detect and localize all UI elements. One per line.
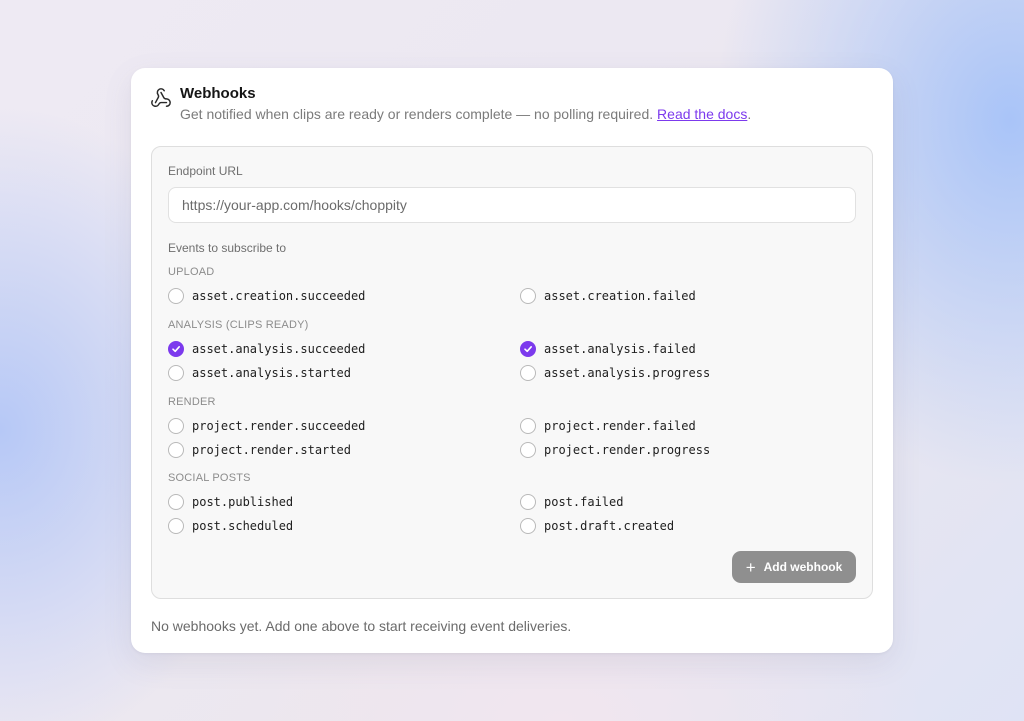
group-label-render: RENDER — [168, 396, 216, 408]
event-post-published[interactable]: post.published — [168, 494, 293, 510]
event-name: project.render.started — [192, 443, 351, 457]
event-asset-analysis-started[interactable]: asset.analysis.started — [168, 365, 351, 381]
checkbox[interactable] — [520, 494, 536, 510]
checkbox[interactable] — [168, 518, 184, 534]
checkbox[interactable] — [520, 341, 536, 357]
read-docs-link[interactable]: Read the docs — [657, 106, 747, 122]
event-name: asset.analysis.progress — [544, 366, 711, 380]
checkbox[interactable] — [520, 518, 536, 534]
check-icon — [524, 346, 532, 353]
event-name: project.render.progress — [544, 443, 711, 457]
event-project-render-succeeded[interactable]: project.render.succeeded — [168, 418, 365, 434]
event-name: post.failed — [544, 495, 624, 509]
endpoint-url-label: Endpoint URL — [168, 164, 243, 178]
checkbox[interactable] — [168, 341, 184, 357]
event-name: asset.analysis.started — [192, 366, 351, 380]
event-asset-creation-succeeded[interactable]: asset.creation.succeeded — [168, 288, 365, 304]
event-post-scheduled[interactable]: post.scheduled — [168, 518, 293, 534]
add-webhook-button[interactable]: + Add webhook — [732, 551, 856, 583]
event-name: project.render.failed — [544, 419, 696, 433]
event-name: asset.analysis.failed — [544, 342, 696, 356]
subtitle-text: Get notified when clips are ready or ren… — [180, 106, 654, 122]
group-label-social-posts: SOCIAL POSTS — [168, 472, 251, 484]
checkbox[interactable] — [168, 442, 184, 458]
page-title: Webhooks — [180, 85, 256, 102]
page-subtitle: Get notified when clips are ready or ren… — [180, 105, 751, 123]
event-project-render-started[interactable]: project.render.started — [168, 442, 351, 458]
checkbox[interactable] — [168, 288, 184, 304]
checkbox[interactable] — [520, 418, 536, 434]
subtitle-period: . — [747, 106, 752, 122]
event-asset-creation-failed[interactable]: asset.creation.failed — [520, 288, 696, 304]
checkbox[interactable] — [520, 288, 536, 304]
event-project-render-progress[interactable]: project.render.progress — [520, 442, 710, 458]
group-label-analysis: ANALYSIS (CLIPS READY) — [168, 319, 309, 331]
event-post-failed[interactable]: post.failed — [520, 494, 623, 510]
card-header: Webhooks Get notified when clips are rea… — [150, 85, 751, 123]
event-asset-analysis-progress[interactable]: asset.analysis.progress — [520, 365, 710, 381]
event-name: post.scheduled — [192, 519, 294, 533]
header-text: Webhooks Get notified when clips are rea… — [180, 85, 751, 123]
empty-state-message: No webhooks yet. Add one above to start … — [151, 618, 572, 634]
event-name: asset.analysis.succeeded — [192, 342, 366, 356]
event-project-render-failed[interactable]: project.render.failed — [520, 418, 696, 434]
event-name: post.draft.created — [544, 519, 675, 533]
event-name: post.published — [192, 495, 294, 509]
check-icon — [172, 346, 180, 353]
webhook-icon — [151, 88, 171, 107]
event-post-draft-created[interactable]: post.draft.created — [520, 518, 674, 534]
plus-icon: + — [745, 557, 756, 577]
events-label: Events to subscribe to — [168, 241, 287, 255]
event-name: asset.creation.succeeded — [192, 289, 366, 303]
checkbox[interactable] — [168, 494, 184, 510]
webhooks-card: Webhooks Get notified when clips are rea… — [131, 68, 893, 653]
group-label-upload: UPLOAD — [168, 266, 215, 278]
checkbox[interactable] — [168, 418, 184, 434]
event-name: asset.creation.failed — [544, 289, 696, 303]
checkbox[interactable] — [520, 365, 536, 381]
event-asset-analysis-succeeded[interactable]: asset.analysis.succeeded — [168, 341, 365, 357]
add-webhook-label: Add webhook — [763, 560, 843, 574]
event-asset-analysis-failed[interactable]: asset.analysis.failed — [520, 341, 696, 357]
checkbox[interactable] — [168, 365, 184, 381]
checkbox[interactable] — [520, 442, 536, 458]
webhook-form-panel: Endpoint URL Events to subscribe to UPLO… — [151, 146, 873, 599]
event-name: project.render.succeeded — [192, 419, 366, 433]
endpoint-url-input[interactable] — [168, 187, 856, 223]
